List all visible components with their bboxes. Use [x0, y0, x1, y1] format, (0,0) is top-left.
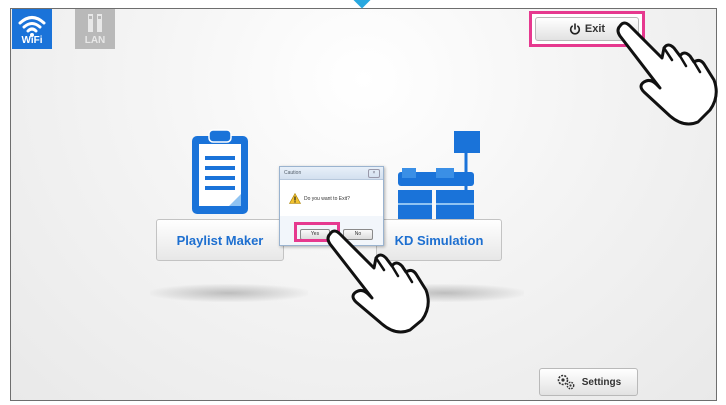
lan-label: LAN [84, 35, 106, 46]
exit-label: Exit [584, 23, 606, 35]
playlist-maker-label: Playlist Maker [176, 232, 264, 248]
gears-icon [557, 374, 575, 390]
dialog-body: Do you want to Exit? [280, 180, 383, 216]
playlist-shadow [150, 284, 308, 302]
wifi-label: WiFi [21, 35, 43, 46]
settings-button[interactable]: Settings [539, 368, 638, 396]
lan-button[interactable]: LAN [75, 9, 115, 49]
dialog-close-button[interactable]: × [368, 169, 380, 178]
stage-icon [398, 131, 480, 220]
wifi-button[interactable]: WiFi [12, 9, 52, 49]
pointing-hand-icon [326, 229, 430, 334]
clipboard-icon [192, 129, 248, 214]
playlist-maker-button[interactable]: Playlist Maker [156, 219, 284, 261]
power-icon [569, 23, 580, 35]
warning-icon [289, 193, 301, 204]
pointing-hand-icon [616, 21, 718, 126]
settings-label: Settings [581, 376, 622, 388]
dialog-message: Do you want to Exit? [304, 196, 350, 202]
